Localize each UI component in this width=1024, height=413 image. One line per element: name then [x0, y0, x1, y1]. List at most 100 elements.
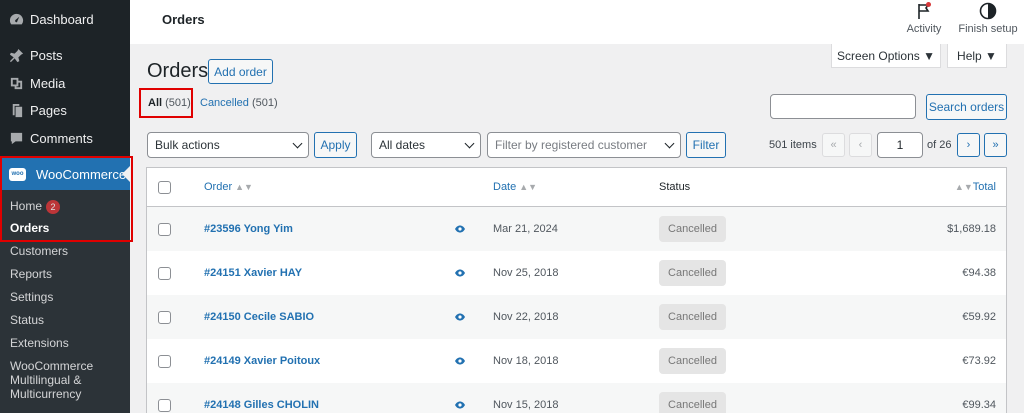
- filter-cancelled-link[interactable]: Cancelled (501): [200, 97, 278, 109]
- sidebar-item-label: Comments: [30, 130, 93, 146]
- chevron-down-icon: [464, 138, 475, 149]
- status-cell: Cancelled: [659, 251, 726, 295]
- table-row[interactable]: #24151 Xavier HAY Nov 25, 2018 Cancelled…: [147, 251, 1006, 295]
- submenu-item-label: Home: [10, 199, 43, 213]
- sort-icon: ▲▼: [954, 182, 973, 192]
- sidebar-item-media[interactable]: Media: [0, 73, 130, 93]
- row-checkbox[interactable]: [158, 383, 172, 413]
- status-cell: Cancelled: [659, 295, 726, 339]
- filter-button[interactable]: Filter: [686, 132, 726, 158]
- status-badge: Cancelled: [659, 348, 726, 374]
- order-date: Mar 21, 2024: [493, 223, 558, 235]
- status-cell: Cancelled: [659, 383, 726, 413]
- customer-filter-select[interactable]: Filter by registered customer: [487, 132, 681, 158]
- sidebar-item-posts[interactable]: Posts: [0, 45, 130, 65]
- search-input[interactable]: [770, 94, 916, 119]
- filter-all-link[interactable]: All (501): [148, 97, 191, 109]
- bulk-actions-select[interactable]: Bulk actions: [147, 132, 309, 158]
- table-row[interactable]: #23596 Yong Yim Mar 21, 2024 Cancelled $…: [147, 207, 1006, 251]
- current-menu-arrow: [122, 166, 130, 182]
- current-page-input[interactable]: 1: [877, 132, 923, 158]
- row-checkbox[interactable]: [158, 295, 172, 339]
- pages-icon: [8, 102, 24, 118]
- column-label: Order: [204, 181, 233, 193]
- column-header-date[interactable]: Date ▲▼: [493, 168, 537, 206]
- first-page-button[interactable]: «: [822, 133, 845, 157]
- apply-button[interactable]: Apply: [314, 132, 357, 158]
- order-link[interactable]: #24149 Xavier Poitoux: [204, 339, 320, 383]
- eye-icon[interactable]: [454, 383, 466, 413]
- submenu-item-reports[interactable]: Reports: [10, 267, 52, 281]
- table-row[interactable]: #24149 Xavier Poitoux Nov 18, 2018 Cance…: [147, 339, 1006, 383]
- sidebar-item-label: Media: [30, 75, 66, 91]
- sidebar-item-woocommerce[interactable]: woo WooCommerce: [0, 158, 130, 190]
- add-order-button[interactable]: Add order: [208, 59, 273, 84]
- column-label: Date: [493, 181, 517, 193]
- column-header-total[interactable]: ▲▼ Total: [952, 168, 996, 206]
- column-label: Status: [659, 181, 691, 193]
- status-badge: Cancelled: [659, 392, 726, 413]
- eye-icon[interactable]: [454, 251, 466, 295]
- submenu-item-multilingual[interactable]: WooCommerce Multilingual & Multicurrency: [10, 359, 120, 401]
- order-date: Nov 22, 2018: [493, 311, 559, 323]
- status-cell: Cancelled: [659, 339, 726, 383]
- items-count: 501 items: [769, 139, 817, 151]
- column-header-order[interactable]: Order ▲▼: [204, 168, 253, 206]
- status-badge: Cancelled: [659, 304, 726, 330]
- dates-select[interactable]: All dates: [371, 132, 481, 158]
- table-header-row: Order ▲▼ Date ▲▼ Status ▲▼ Total: [147, 168, 1006, 207]
- dashboard-icon: [8, 11, 24, 27]
- submenu-item-home[interactable]: Home 2: [10, 199, 61, 214]
- filter-all-label: All: [148, 97, 163, 109]
- eye-icon[interactable]: [454, 339, 466, 383]
- bulk-actions-value: Bulk actions: [155, 138, 220, 152]
- sidebar-item-pages[interactable]: Pages: [0, 100, 130, 120]
- page-title: Orders: [147, 60, 209, 82]
- notification-badge: 2: [46, 199, 61, 214]
- filter-all-count: (501): [165, 97, 191, 109]
- activity-notification-dot: [926, 2, 931, 7]
- top-header: Orders Activity Finish setup: [130, 0, 1024, 44]
- order-date: Nov 15, 2018: [493, 399, 559, 411]
- submenu-item-status[interactable]: Status: [10, 313, 44, 327]
- order-link[interactable]: #24150 Cecile SABIO: [204, 295, 314, 339]
- order-total: $1,689.18: [947, 223, 996, 235]
- order-total: €99.34: [962, 399, 996, 411]
- column-label: Total: [972, 181, 996, 193]
- order-link[interactable]: #24151 Xavier HAY: [204, 251, 302, 295]
- order-total: €94.38: [962, 267, 996, 279]
- eye-icon[interactable]: [454, 295, 466, 339]
- media-icon: [8, 75, 24, 91]
- prev-page-button[interactable]: ‹: [849, 133, 872, 157]
- search-orders-button[interactable]: Search orders: [926, 94, 1007, 120]
- table-row[interactable]: #24148 Gilles CHOLIN Nov 15, 2018 Cancel…: [147, 383, 1006, 413]
- comment-icon: [8, 130, 24, 146]
- order-date: Nov 18, 2018: [493, 355, 559, 367]
- sidebar-item-dashboard[interactable]: Dashboard: [0, 9, 130, 29]
- select-all-checkbox[interactable]: [158, 168, 172, 206]
- customer-filter-placeholder: Filter by registered customer: [495, 138, 648, 152]
- sidebar-item-comments[interactable]: Comments: [0, 128, 130, 148]
- table-row[interactable]: #24150 Cecile SABIO Nov 22, 2018 Cancell…: [147, 295, 1006, 339]
- order-link[interactable]: #23596 Yong Yim: [204, 207, 293, 251]
- help-button[interactable]: Help ▼: [947, 44, 1007, 68]
- finish-setup-button[interactable]: Finish setup: [958, 2, 1018, 42]
- sidebar-item-label: WooCommerce: [36, 166, 127, 182]
- last-page-button[interactable]: »: [984, 133, 1007, 157]
- submenu-item-settings[interactable]: Settings: [10, 290, 53, 304]
- activity-button[interactable]: Activity: [904, 2, 944, 42]
- order-date: Nov 25, 2018: [493, 267, 559, 279]
- row-checkbox[interactable]: [158, 207, 172, 251]
- row-checkbox[interactable]: [158, 339, 172, 383]
- filter-cancelled-label: Cancelled: [200, 97, 249, 109]
- orders-table: Order ▲▼ Date ▲▼ Status ▲▼ Total #23596 Yon…: [146, 167, 1007, 413]
- submenu-item-customers[interactable]: Customers: [10, 244, 68, 258]
- screen-options-button[interactable]: Screen Options ▼: [831, 44, 941, 68]
- row-checkbox[interactable]: [158, 251, 172, 295]
- sidebar-item-label: Pages: [30, 102, 67, 118]
- next-page-button[interactable]: ›: [957, 133, 980, 157]
- order-link[interactable]: #24148 Gilles CHOLIN: [204, 383, 319, 413]
- submenu-item-orders[interactable]: Orders: [10, 221, 49, 235]
- submenu-item-extensions[interactable]: Extensions: [10, 336, 69, 350]
- eye-icon[interactable]: [454, 207, 466, 251]
